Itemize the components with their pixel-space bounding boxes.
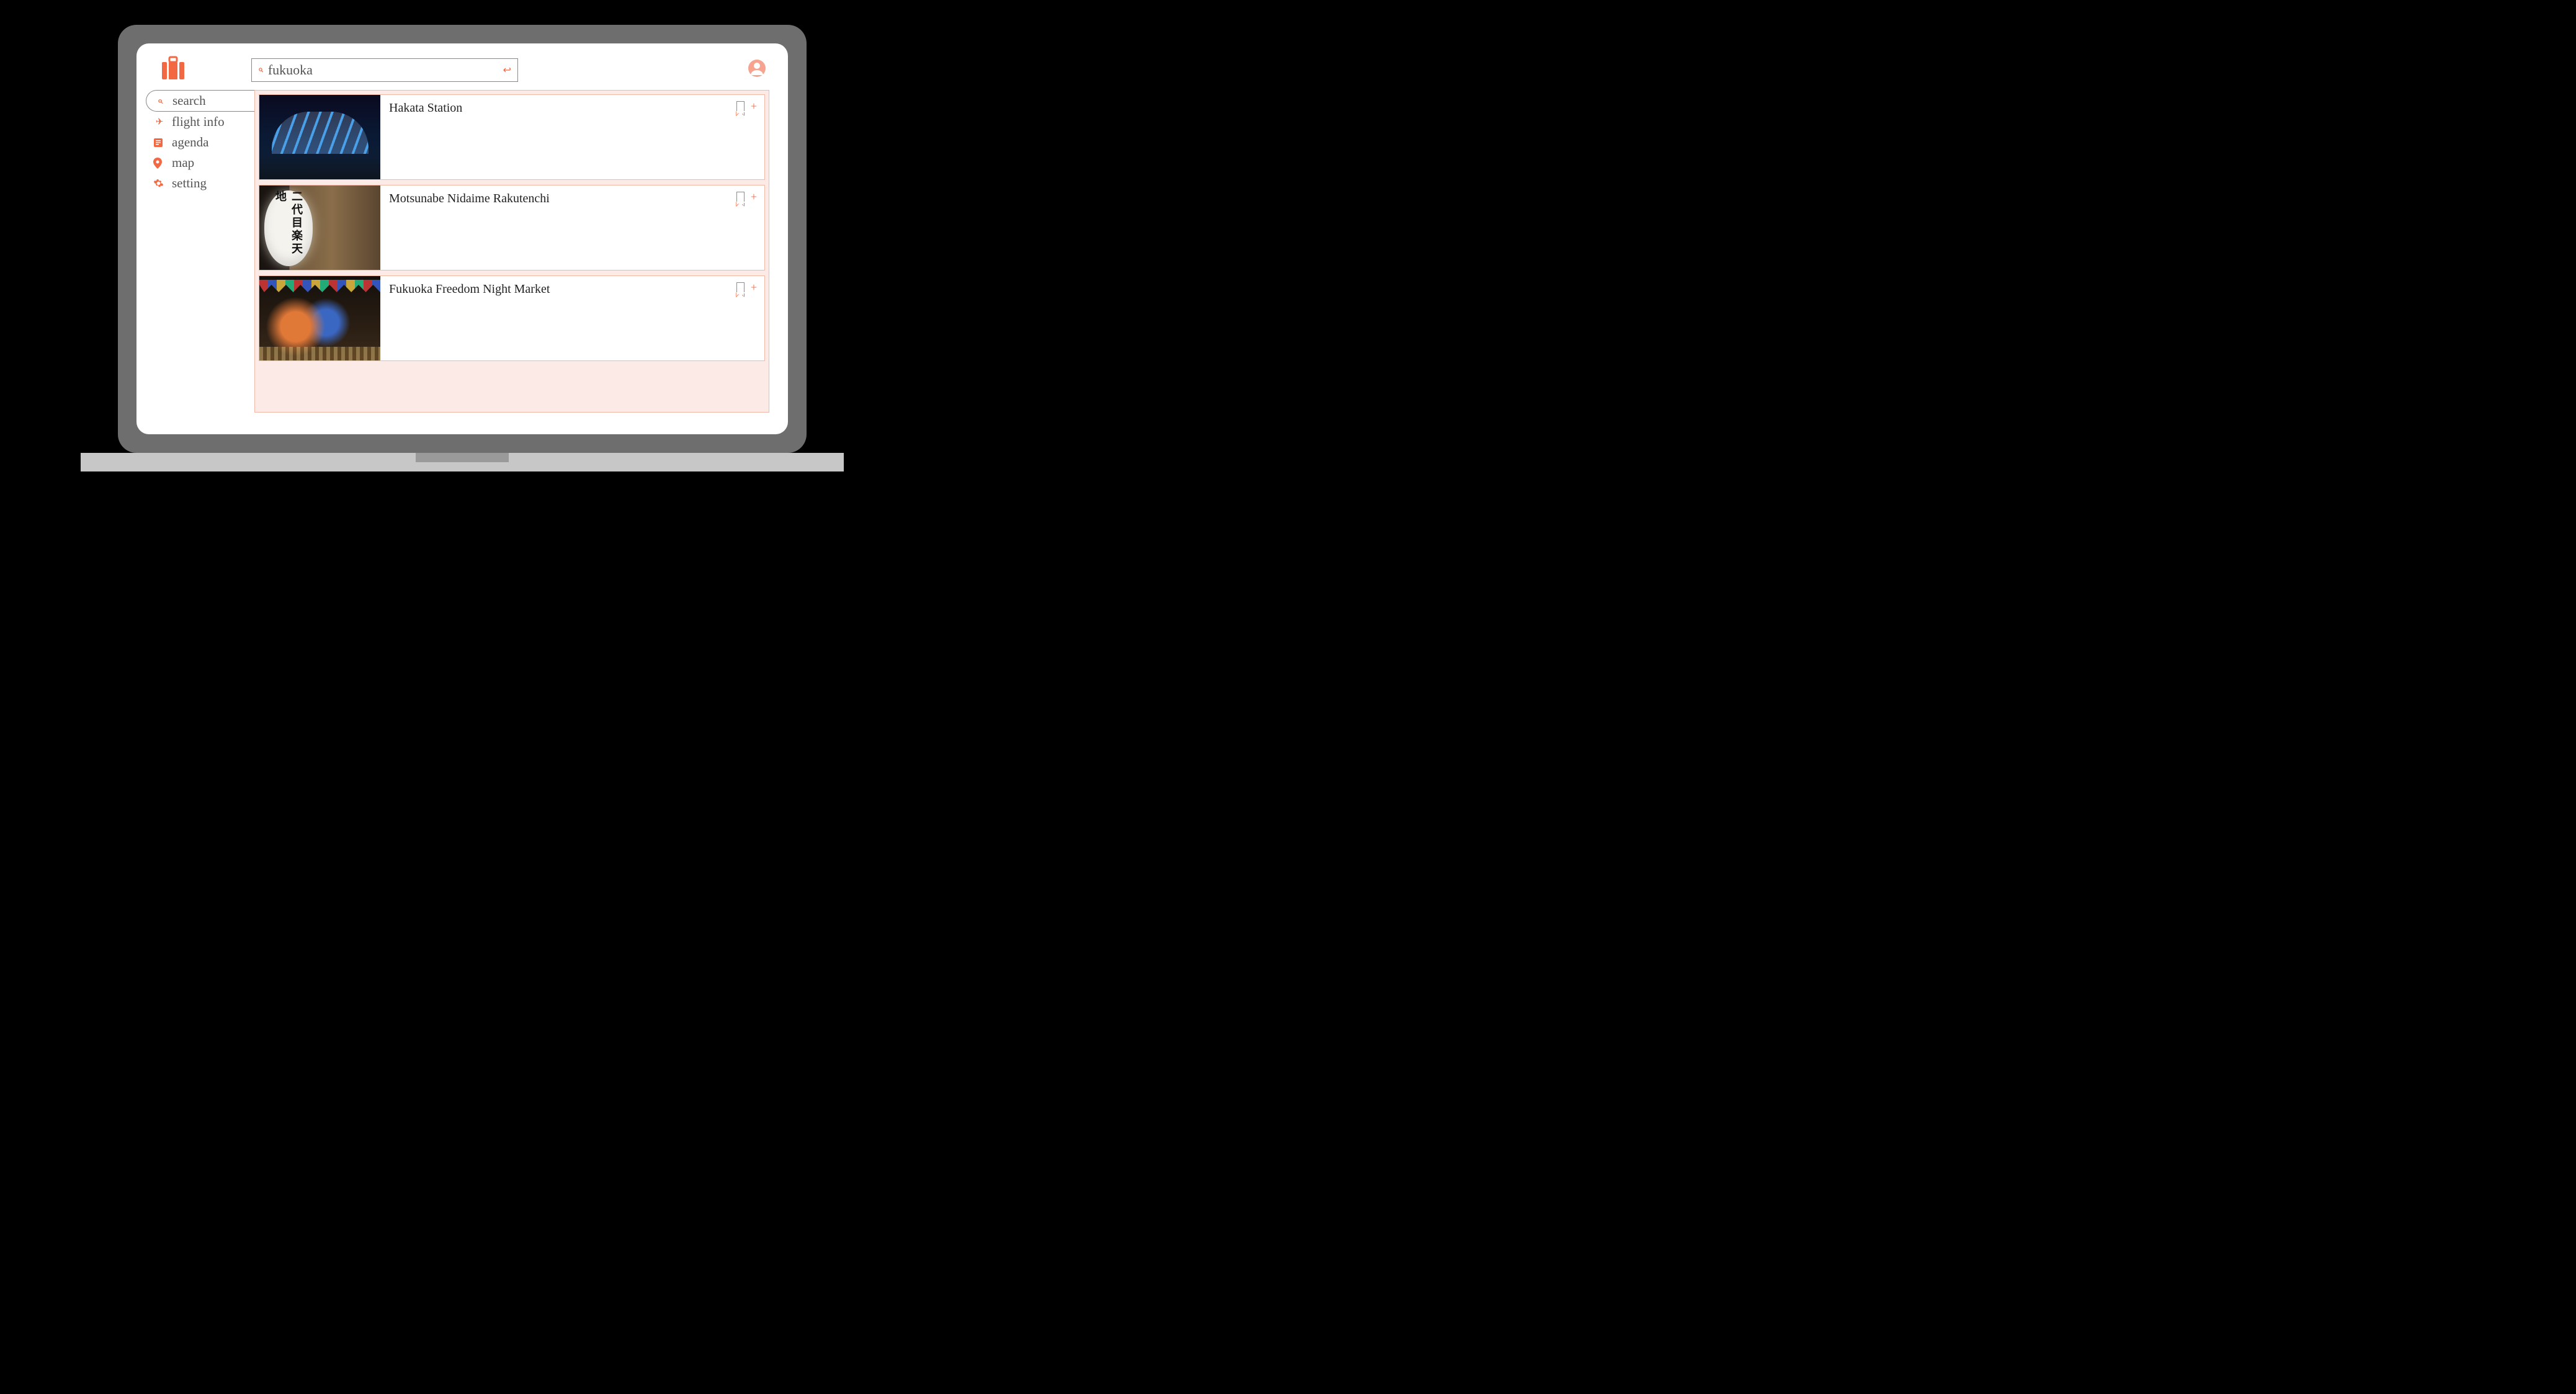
sidebar-item-setting[interactable]: setting <box>146 173 254 194</box>
search-icon: ⌕ <box>154 96 166 107</box>
add-icon[interactable]: + <box>751 192 757 205</box>
agenda-icon <box>153 138 166 148</box>
sidebar-item-search[interactable]: ⌕ search <box>146 90 254 112</box>
result-thumbnail <box>259 276 380 360</box>
sidebar-item-map[interactable]: map <box>146 153 254 173</box>
sidebar-item-label: search <box>172 93 206 109</box>
map-pin-icon <box>153 158 166 169</box>
add-icon[interactable]: + <box>751 282 757 295</box>
result-title: Hakata Station <box>389 101 756 115</box>
sidebar-item-agenda[interactable]: agenda <box>146 132 254 153</box>
result-body: Motsunabe Nidaime Rakutenchi <box>380 185 764 270</box>
profile-icon[interactable] <box>748 59 766 81</box>
sidebar-item-label: flight info <box>172 114 225 130</box>
header: ⌕ ↩ <box>136 43 788 90</box>
result-thumbnail <box>259 95 380 179</box>
search-icon: ⌕ <box>258 65 263 75</box>
app-logo <box>158 56 233 84</box>
result-card[interactable]: Hakata Station + <box>259 94 765 180</box>
app-window: ⌕ ↩ ⌕ search ✈ f <box>136 43 788 434</box>
result-actions: + <box>736 101 757 114</box>
result-actions: + <box>736 282 757 295</box>
content-area: ⌕ search ✈ flight info agenda <box>136 90 788 431</box>
sidebar: ⌕ search ✈ flight info agenda <box>146 90 254 413</box>
add-icon[interactable]: + <box>751 101 757 114</box>
bookmark-icon[interactable] <box>736 101 745 114</box>
lantern-text: 二代目楽天地 <box>272 190 305 266</box>
result-title: Motsunabe Nidaime Rakutenchi <box>389 192 756 206</box>
lantern-graphic: 二代目楽天地 <box>264 190 313 266</box>
plane-icon: ✈ <box>153 116 166 128</box>
gear-icon <box>153 178 166 189</box>
result-body: Hakata Station <box>380 95 764 179</box>
laptop-trackpad-notch <box>416 453 509 462</box>
enter-icon[interactable]: ↩ <box>503 64 511 76</box>
result-card[interactable]: 二代目楽天地 Motsunabe Nidaime Rakutenchi + <box>259 185 765 270</box>
result-thumbnail: 二代目楽天地 <box>259 185 380 270</box>
result-body: Fukuoka Freedom Night Market <box>380 276 764 360</box>
results-panel: Hakata Station + 二代目楽天地 Motsunabe Nida <box>254 90 769 413</box>
sidebar-item-label: setting <box>172 176 207 191</box>
sidebar-item-label: map <box>172 155 194 171</box>
search-box[interactable]: ⌕ ↩ <box>251 58 518 82</box>
result-card[interactable]: Fukuoka Freedom Night Market + <box>259 275 765 361</box>
sidebar-item-flight-info[interactable]: ✈ flight info <box>146 112 254 132</box>
sidebar-item-label: agenda <box>172 135 208 150</box>
suitcase-icon <box>158 56 188 84</box>
result-title: Fukuoka Freedom Night Market <box>389 282 756 297</box>
bookmark-icon[interactable] <box>736 282 745 295</box>
search-input[interactable] <box>268 62 498 78</box>
bookmark-icon[interactable] <box>736 192 745 205</box>
result-actions: + <box>736 192 757 205</box>
laptop-frame: ⌕ ↩ ⌕ search ✈ f <box>118 25 807 453</box>
